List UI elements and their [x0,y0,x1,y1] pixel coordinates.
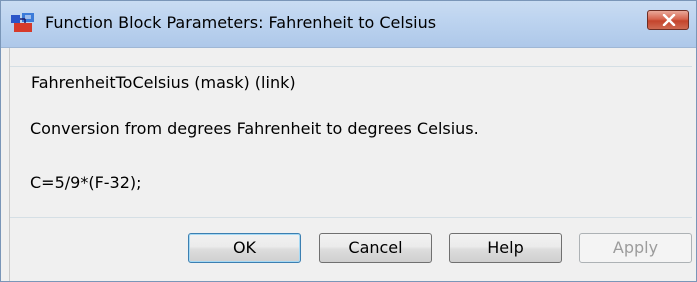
cancel-button[interactable]: Cancel [319,233,432,263]
block-description: Conversion from degrees Fahrenheit to de… [30,119,479,138]
window-title: Function Block Parameters: Fahrenheit to… [45,13,437,32]
block-formula: C=5/9*(F-32); [30,173,142,192]
ok-button[interactable]: OK [188,233,301,263]
mask-description-group: FahrenheitToCelsius (mask) (link) Conver… [10,66,692,218]
apply-button[interactable]: Apply [579,233,692,263]
close-icon [662,14,676,26]
close-button[interactable] [647,10,689,30]
group-title: FahrenheitToCelsius (mask) (link) [28,73,299,92]
dialog-body: FahrenheitToCelsius (mask) (link) Conver… [9,48,694,281]
dialog-window: Function Block Parameters: Fahrenheit to… [0,0,697,282]
simulink-block-icon [11,12,37,34]
title-bar[interactable]: Function Block Parameters: Fahrenheit to… [1,1,696,48]
help-button[interactable]: Help [449,233,562,263]
